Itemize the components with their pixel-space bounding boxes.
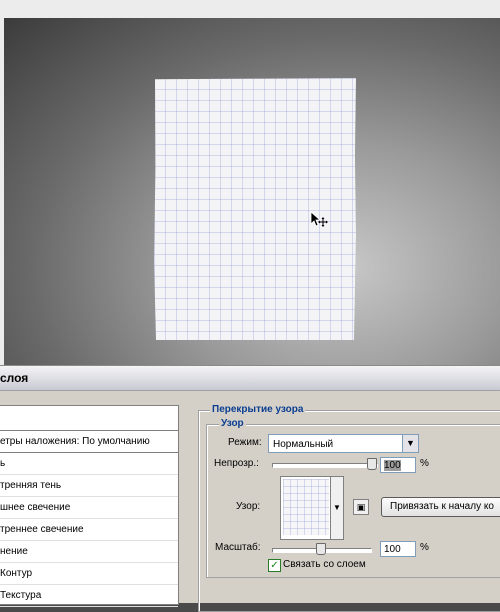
pattern-picker[interactable] — [280, 476, 334, 540]
styles-item-blending-options[interactable]: етры наложения: По умолчанию — [0, 431, 178, 453]
opacity-label: Непрозр.: — [214, 458, 259, 469]
opacity-slider-track[interactable] — [272, 463, 378, 468]
blend-mode-select[interactable]: Нормальный ▼ — [268, 434, 419, 453]
snap-to-origin-button[interactable]: Привязать к началу ко — [381, 497, 500, 517]
dialog-titlebar[interactable]: слоя — [0, 365, 500, 391]
mode-label: Режим: — [228, 437, 262, 448]
scale-percent: % — [420, 542, 429, 553]
opacity-slider-thumb[interactable] — [367, 458, 377, 470]
styles-list-header[interactable] — [0, 406, 178, 431]
pattern-dropdown-icon[interactable]: ▼ — [330, 476, 344, 540]
link-with-layer-label[interactable]: Связать со слоем — [283, 559, 366, 570]
scale-value: 100 — [384, 544, 401, 555]
styles-item-texture[interactable]: Текстура — [0, 585, 178, 607]
move-cursor-icon — [310, 211, 328, 227]
styles-item-inner-shadow[interactable]: тренняя тень — [0, 475, 178, 497]
document-canvas — [0, 0, 500, 365]
styles-item-inner-glow[interactable]: треннее свечение — [0, 519, 178, 541]
opacity-input[interactable]: 100 — [380, 457, 416, 473]
link-with-layer-checkbox[interactable]: ✓ — [268, 559, 281, 572]
new-pattern-icon[interactable]: ▣ — [353, 499, 369, 515]
chevron-down-icon[interactable]: ▼ — [402, 435, 418, 452]
styles-item-outer-glow[interactable]: шнее свечение — [0, 497, 178, 519]
opacity-percent: % — [420, 458, 429, 469]
scale-label: Масштаб: — [215, 542, 261, 553]
canvas-background[interactable] — [4, 18, 500, 365]
graph-paper-layer[interactable] — [154, 78, 356, 340]
pattern-label: Узор: — [236, 501, 261, 512]
pattern-overlay-legend: Перекрытие узора — [210, 404, 306, 415]
checkmark-icon: ✓ — [270, 560, 279, 571]
styles-item-bevel[interactable]: нение — [0, 541, 178, 563]
layer-style-dialog: слоя етры наложения: По умолчанию ь трен… — [0, 365, 500, 612]
styles-item-contour[interactable]: Контур — [0, 563, 178, 585]
styles-list: етры наложения: По умолчанию ь тренняя т… — [0, 405, 179, 607]
styles-item-shadow[interactable]: ь — [0, 453, 178, 475]
opacity-value: 100 — [384, 460, 401, 471]
dialog-title: слоя — [0, 371, 29, 385]
pattern-preview — [283, 479, 329, 535]
blend-mode-value: Нормальный — [273, 439, 334, 450]
pattern-group-legend: Узор — [219, 418, 246, 429]
scale-input[interactable]: 100 — [380, 541, 416, 557]
scale-slider-thumb[interactable] — [316, 543, 326, 555]
